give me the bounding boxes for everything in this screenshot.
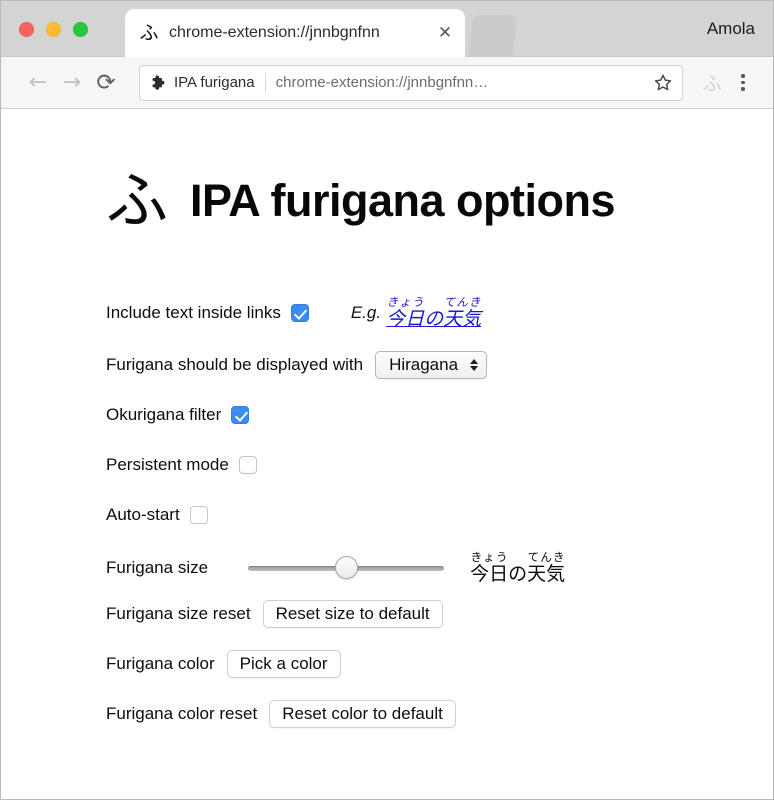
browser-tab[interactable]: ふ chrome-extension://jnnbgnfnn ✕ [125,9,465,57]
preview-ruby-base-1: の [508,563,528,586]
extension-chip-label: IPA furigana [174,74,255,91]
option-row-persistent-mode: Persistent mode [106,450,773,480]
auto-start-checkbox[interactable] [189,506,208,525]
option-row-auto-start: Auto-start [106,500,773,530]
example-prefix-label: E.g. [350,302,382,322]
forward-icon[interactable]: → [55,66,89,100]
minimize-window-button[interactable] [46,22,61,37]
reset-size-button[interactable]: Reset size to default [262,600,443,629]
option-label-include-links: Include text inside links [106,302,281,322]
option-row-okurigana-filter: Okurigana filter [106,400,773,430]
bookmark-star-icon[interactable] [652,72,674,94]
profile-name[interactable]: Amola [707,19,755,39]
option-label-okurigana-filter: Okurigana filter [106,405,222,425]
preview-ruby-reading-2: てんき [527,550,566,565]
tab-favicon-icon: ふ [139,22,159,44]
option-label-persistent-mode: Persistent mode [106,455,229,475]
options-page: ふ IPA furigana options Include text insi… [1,109,773,799]
persistent-mode-checkbox[interactable] [238,456,257,475]
browser-toolbar: ← → ⟳ IPA furigana chrome-extension://jn… [1,57,773,109]
close-window-button[interactable] [19,22,34,37]
puzzle-piece-icon [152,75,165,90]
display-with-select[interactable]: Hiragana [375,351,488,380]
option-row-furigana-color: Furigana color Pick a color [106,649,773,679]
option-row-furigana-color-reset: Furigana color reset Reset color to defa… [106,699,773,729]
chevron-updown-icon [470,359,479,372]
preview-ruby-reading-0: きょう [470,550,509,565]
example-furigana-link[interactable]: 今日きょうの天気てんき [386,295,481,330]
furigana-logo-icon: ふ [106,164,169,238]
chrome-menu-icon[interactable] [729,68,757,98]
option-label-furigana-color: Furigana color [106,654,215,674]
extension-action-icon[interactable]: ふ [697,69,727,96]
option-label-furigana-size: Furigana size [106,557,209,577]
preview-ruby-base-0: 今日 [470,563,509,586]
ruby-reading-2: てんき [443,295,482,310]
new-tab-button[interactable] [468,15,518,57]
okurigana-filter-checkbox[interactable] [231,406,250,425]
pick-color-button[interactable]: Pick a color [226,650,341,679]
close-icon[interactable]: ✕ [435,23,455,43]
tab-strip: ふ chrome-extension://jnnbgnfnn ✕ Amola [1,1,773,57]
url-text[interactable]: chrome-extension://jnnbgnfnn… [276,74,646,91]
option-row-include-links: Include text inside links E.g. 今日きょうの天気て… [106,295,773,330]
ruby-sample-preview: 今日きょうの天気てんき [470,551,566,586]
back-icon[interactable]: ← [21,66,55,100]
furigana-size-slider[interactable] [248,555,445,580]
options-list: Include text inside links E.g. 今日きょうの天気て… [1,257,773,729]
option-label-furigana-color-reset: Furigana color reset [106,704,258,724]
preview-ruby-base-2: 天気 [527,563,566,586]
ruby-base-2: 天気 [443,308,482,331]
option-row-furigana-size: Furigana size 今日きょうの天気てんき [106,550,773,585]
zoom-window-button[interactable] [73,22,88,37]
option-label-display-with: Furigana should be displayed with [106,355,364,375]
display-with-select-value: Hiragana [389,355,459,375]
ruby-base-0: 今日 [386,308,425,331]
reload-icon[interactable]: ⟳ [89,66,123,100]
include-links-checkbox[interactable] [290,303,309,322]
option-label-auto-start: Auto-start [106,505,180,525]
reset-color-button[interactable]: Reset color to default [269,700,456,729]
omnibox-divider [264,72,266,93]
browser-window: ふ chrome-extension://jnnbgnfnn ✕ Amola ←… [0,0,774,800]
address-bar[interactable]: IPA furigana chrome-extension://jnnbgnfn… [139,64,683,101]
traffic-lights [19,22,88,37]
ruby-sample-link: 今日きょうの天気てんき [386,296,482,331]
option-row-display-with: Furigana should be displayed with Hiraga… [106,350,773,380]
option-label-furigana-size-reset: Furigana size reset [106,604,251,624]
page-title: IPA furigana options [190,175,616,227]
extension-chip: IPA furigana [150,74,265,91]
furigana-size-preview: 今日きょうの天気てんき [470,550,565,585]
ruby-base-1: の [424,308,444,331]
slider-thumb[interactable] [334,555,358,579]
ruby-reading-0: きょう [386,295,425,310]
page-header: ふ IPA furigana options [1,109,773,257]
tab-title: chrome-extension://jnnbgnfnn [169,24,380,41]
option-row-furigana-size-reset: Furigana size reset Reset size to defaul… [106,599,773,629]
